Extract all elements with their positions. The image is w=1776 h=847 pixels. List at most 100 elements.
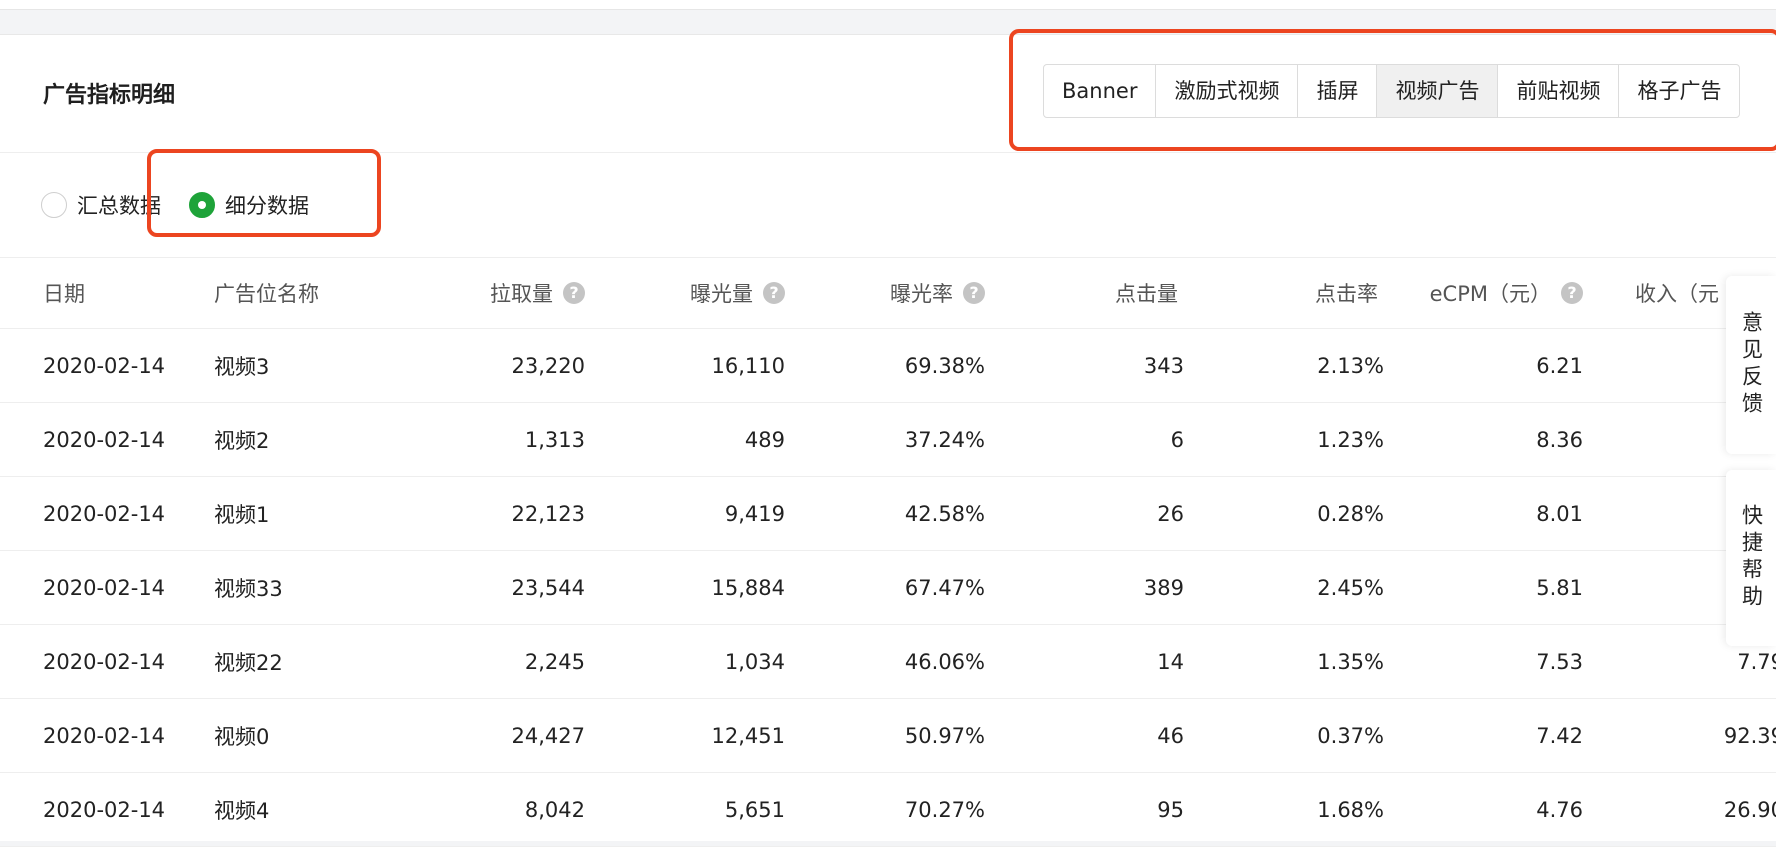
column-header-label: 日期 — [43, 282, 85, 306]
column-header-label: 广告位名称 — [214, 282, 319, 306]
table-cell: 16,110 — [711, 353, 785, 378]
table-cell: 14 — [1157, 649, 1184, 674]
table-cell: 4.76 — [1536, 797, 1583, 822]
radio-summary[interactable]: 汇总数据 — [41, 190, 161, 220]
table-cell: 24,427 — [511, 723, 585, 748]
table-cell: 2020-02-14 — [43, 649, 166, 674]
table-cell: 23,220 — [511, 353, 585, 378]
card-header: 广告指标明细 Banner 激励式视频 插屏 视频广告 前贴视频 格子广告 — [0, 35, 1776, 153]
ad-type-tab[interactable]: 插屏 — [1297, 65, 1376, 117]
help-question-icon[interactable]: ? — [563, 282, 585, 304]
side-tab-label: 意见反馈 — [1739, 311, 1764, 419]
table-row: 2020-02-14 视频3 23,220 16,110 69.38% 343 2.13% 6… — [0, 329, 1776, 403]
column-header-label: 曝光率 — [890, 282, 953, 306]
ad-type-tab[interactable]: 激励式视频 — [1155, 65, 1297, 117]
table-cell: 6.21 — [1536, 353, 1583, 378]
table-row: 2020-02-14 视频0 24,427 12,451 50.97% 46 0.37% 7.… — [0, 699, 1776, 773]
table-cell: 2020-02-14 — [43, 427, 166, 452]
table-cell: 7.53 — [1536, 649, 1583, 674]
table-cell: 视频4 — [214, 798, 270, 823]
table-header: 日期 广告位名称 拉取量? 曝光量? 曝光率? 点击量 点击率 eCPM（元）? 收入（元 — [0, 257, 1776, 329]
table-cell: 12,451 — [711, 723, 785, 748]
column-header-label: 曝光量 — [690, 282, 753, 306]
table-cell: 15,884 — [711, 575, 785, 600]
column-header-label: eCPM（元） — [1429, 282, 1551, 306]
feedback-tab[interactable]: 意见反馈 — [1726, 276, 1776, 454]
help-question-icon[interactable]: ? — [1561, 282, 1583, 304]
ad-type-tab[interactable]: 视频广告 — [1376, 65, 1498, 117]
table-cell: 2.45% — [1317, 575, 1384, 600]
table-cell: 42.58% — [904, 501, 985, 526]
column-header: 日期 — [43, 258, 85, 328]
table-row: 2020-02-14 视频4 8,042 5,651 70.27% 95 1.68% 4.76… — [0, 773, 1776, 847]
table-cell: 37.24% — [904, 427, 985, 452]
column-header: 点击率 — [1195, 258, 1378, 328]
table-cell: 0.37% — [1317, 723, 1384, 748]
table-cell: 8,042 — [524, 797, 585, 822]
table-cell: 50.97% — [904, 723, 985, 748]
table-cell: 7.42 — [1536, 723, 1583, 748]
side-tab-label: 快捷帮助 — [1739, 504, 1764, 612]
column-header: eCPM（元）? — [1390, 258, 1583, 328]
table-row: 2020-02-14 视频33 23,544 15,884 67.47% 389 2.45%… — [0, 551, 1776, 625]
table-cell: 视频22 — [214, 650, 283, 675]
table-cell: 视频0 — [214, 724, 270, 749]
table-cell: 46 — [1157, 723, 1184, 748]
radio-detail[interactable]: 细分数据 — [189, 190, 309, 220]
ad-type-tab[interactable]: 前贴视频 — [1497, 65, 1618, 117]
table-cell: 5,651 — [724, 797, 785, 822]
table-cell: 视频33 — [214, 576, 283, 601]
ad-type-tab[interactable]: 格子广告 — [1618, 65, 1739, 117]
column-header-label: 点击率 — [1315, 282, 1378, 306]
help-question-icon[interactable]: ? — [763, 282, 785, 304]
help-question-icon[interactable]: ? — [963, 282, 985, 304]
table-cell: 70.27% — [904, 797, 985, 822]
table-cell: 26 — [1157, 501, 1184, 526]
table-cell: 1.23% — [1317, 427, 1384, 452]
column-header-label: 点击量 — [1115, 282, 1178, 306]
metrics-table: 日期 广告位名称 拉取量? 曝光量? 曝光率? 点击量 点击率 eCPM（元）? 收入（元 20… — [0, 257, 1776, 847]
table-cell: 2020-02-14 — [43, 723, 166, 748]
table-cell: 92.39 — [1723, 723, 1776, 748]
table-cell: 23,544 — [511, 575, 585, 600]
table-cell: 1,034 — [724, 649, 785, 674]
table-cell: 46.06% — [904, 649, 985, 674]
column-header: 曝光率? — [800, 258, 985, 328]
table-cell: 2020-02-14 — [43, 353, 166, 378]
radio-label: 汇总数据 — [77, 194, 161, 218]
table-cell: 1,313 — [524, 427, 585, 452]
table-cell: 2020-02-14 — [43, 501, 166, 526]
table-cell: 视频2 — [214, 428, 270, 453]
column-header: 点击量 — [995, 258, 1178, 328]
table-cell: 视频1 — [214, 502, 270, 527]
table-cell: 8.36 — [1536, 427, 1583, 452]
table-row: 2020-02-14 视频22 2,245 1,034 46.06% 14 1.35% 7.5… — [0, 625, 1776, 699]
quick-help-tab[interactable]: 快捷帮助 — [1726, 470, 1776, 646]
table-row: 2020-02-14 视频1 22,123 9,419 42.58% 26 0.28% 8.0… — [0, 477, 1776, 551]
table-cell: 6 — [1170, 427, 1184, 452]
table-cell: 389 — [1143, 575, 1184, 600]
top-panel-edge — [0, 0, 1776, 10]
card-title: 广告指标明细 — [43, 83, 176, 108]
table-cell: 26.90 — [1723, 797, 1776, 822]
table-cell: 视频3 — [214, 354, 270, 379]
table-cell: 9,419 — [724, 501, 785, 526]
column-header: 收入（元 — [1635, 258, 1719, 328]
radio-circle-icon[interactable] — [41, 192, 67, 218]
table-cell: 343 — [1143, 353, 1184, 378]
ad-type-tab[interactable]: Banner — [1044, 65, 1155, 117]
table-cell: 0.28% — [1317, 501, 1384, 526]
column-header: 广告位名称 — [214, 258, 319, 328]
radio-circle-icon[interactable] — [189, 192, 215, 218]
table-cell: 2020-02-14 — [43, 575, 166, 600]
column-header: 拉取量? — [420, 258, 585, 328]
table-cell: 489 — [744, 427, 785, 452]
ad-type-segmented-control: Banner 激励式视频 插屏 视频广告 前贴视频 格子广告 — [1043, 64, 1741, 118]
table-row: 2020-02-14视频21,31348937.24%61.23%8.364. — [0, 403, 1776, 477]
table-cell: 22,123 — [511, 501, 585, 526]
view-mode-radio-group: 汇总数据 细分数据 — [41, 190, 337, 220]
table-cell: 2,245 — [524, 649, 585, 674]
column-header: 曝光量? — [600, 258, 785, 328]
column-header-label: 拉取量 — [490, 282, 553, 306]
table-cell: 1.68% — [1317, 797, 1384, 822]
